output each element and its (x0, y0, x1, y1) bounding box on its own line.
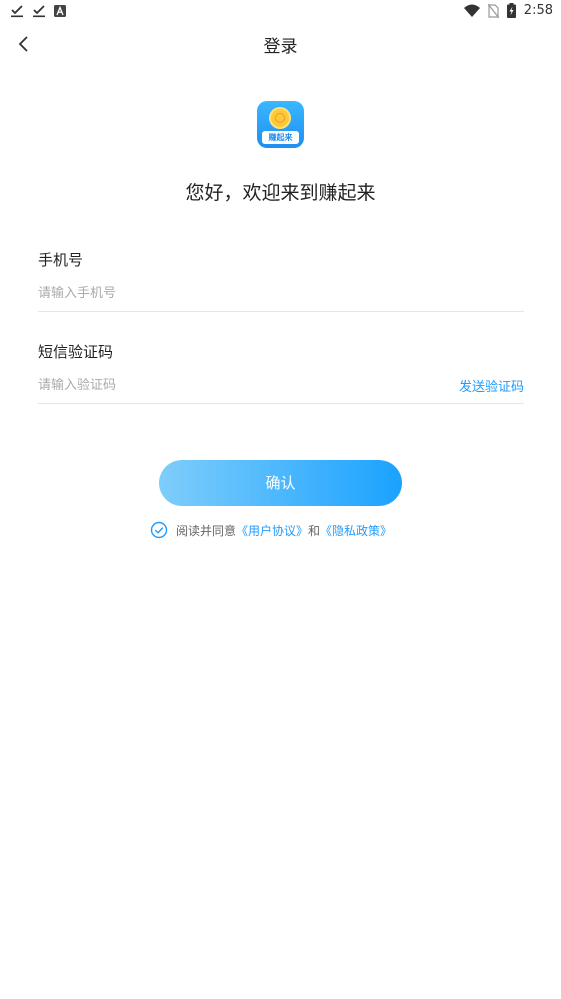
check-download-icon (11, 5, 23, 18)
battery-charging-icon (506, 3, 516, 18)
phone-input-row (38, 281, 524, 312)
welcome-text: 您好，欢迎来到赚起来 (185, 182, 376, 204)
phone-field-group: 手机号 (38, 249, 524, 312)
sms-field-group: 短信验证码 发送验证码 (38, 341, 524, 404)
logo-text: 赚起来 (262, 131, 299, 144)
send-code-button[interactable]: 发送验证码 (459, 376, 524, 395)
app-logo: 赚起来 (257, 101, 304, 148)
status-time: 2:58 (523, 3, 553, 18)
phone-input[interactable] (38, 285, 368, 301)
confirm-button[interactable]: 确认 (159, 460, 402, 506)
check-download-icon (33, 5, 45, 18)
agreement-and: 和 (308, 523, 321, 538)
a-box-icon (54, 5, 66, 17)
page-title: 登录 (263, 37, 298, 57)
agreement-row: 阅读并同意《用户协议》和《隐私政策》 (150, 521, 392, 539)
agree-checkbox[interactable] (150, 521, 168, 539)
agreement-prefix: 阅读并同意 (176, 523, 237, 538)
check-circle-icon (150, 521, 168, 539)
sms-label: 短信验证码 (38, 343, 114, 361)
wifi-icon (463, 4, 480, 17)
nav-bar: 登录 (0, 24, 561, 64)
coin-icon (269, 107, 291, 129)
status-left-icons (10, 4, 66, 18)
user-agreement-link[interactable]: 《用户协议》 (236, 524, 308, 538)
privacy-policy-link[interactable]: 《隐私政策》 (320, 524, 392, 538)
sms-code-input[interactable] (38, 377, 368, 393)
no-sim-icon (487, 3, 499, 18)
status-bar: 2:58 (0, 0, 561, 24)
phone-label: 手机号 (38, 251, 84, 269)
status-right-icons: 2:58 (463, 3, 553, 18)
sms-input-row: 发送验证码 (38, 373, 524, 404)
